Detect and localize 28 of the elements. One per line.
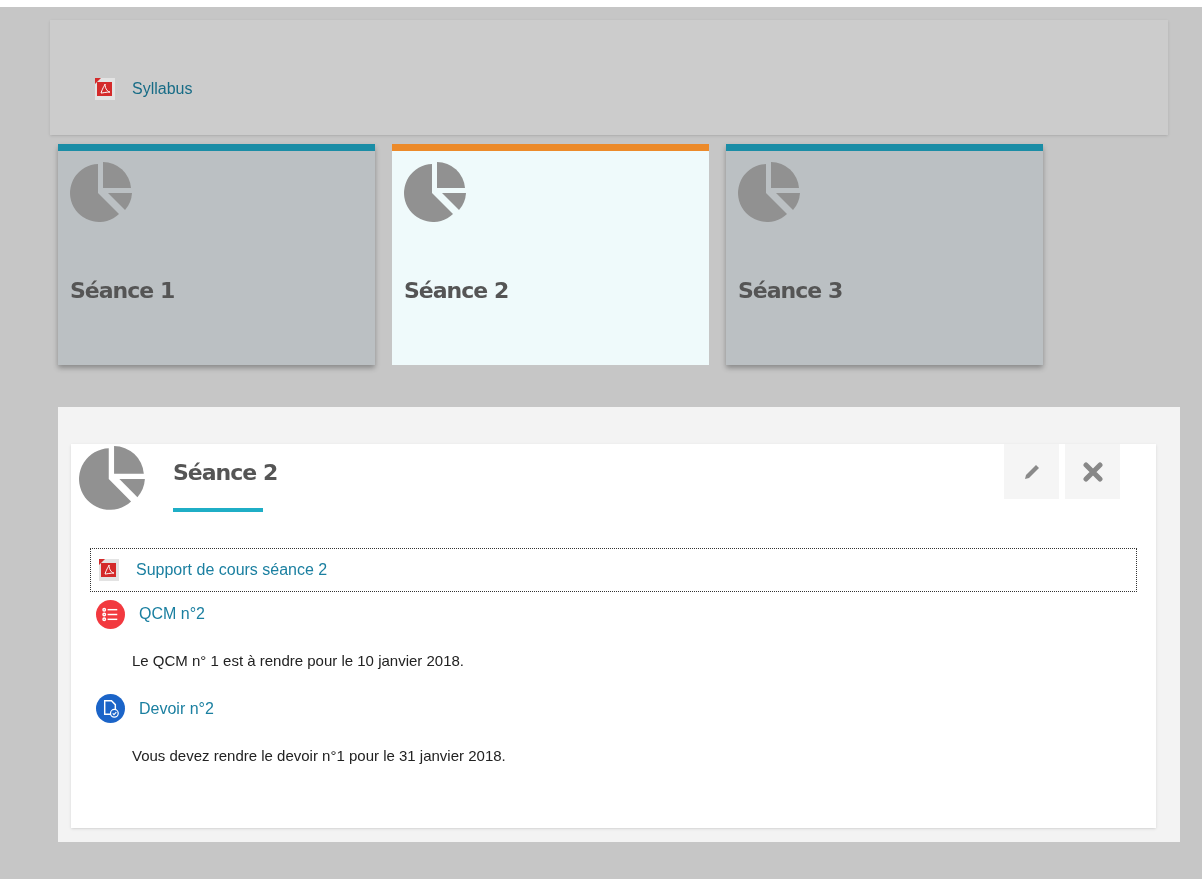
detail-title: Séance 2 <box>173 459 278 487</box>
activity-row[interactable]: Devoir n°2 <box>90 686 1137 731</box>
activity-link[interactable]: Support de cours séance 2 <box>136 558 328 582</box>
session-title: Séance 1 <box>70 277 175 305</box>
activity-link[interactable]: QCM n°2 <box>139 602 205 626</box>
session-card[interactable]: Séance 1 <box>58 144 375 365</box>
activity-link[interactable]: Devoir n°2 <box>139 696 214 721</box>
pie-chart-icon <box>404 160 468 224</box>
pdf-file-icon <box>96 557 122 583</box>
activity-row[interactable]: Support de cours séance 2 <box>90 548 1137 592</box>
pie-chart-icon <box>79 444 147 512</box>
pie-chart-icon <box>738 160 802 224</box>
document-check-icon <box>96 694 125 723</box>
session-title: Séance 3 <box>738 277 843 305</box>
activity-row[interactable]: QCM n°2 <box>90 592 1137 636</box>
session-card[interactable]: Séance 3 <box>726 144 1043 365</box>
pdf-file-icon <box>92 75 118 102</box>
syllabus-link[interactable]: Syllabus <box>132 76 193 101</box>
activity-description: Vous devez rendre le devoir n°1 pour le 31 janvier 2018. <box>132 745 506 766</box>
list-icon <box>96 599 125 629</box>
edit-button[interactable] <box>1004 444 1059 499</box>
session-card[interactable]: Séance 2 <box>392 144 709 365</box>
close-button[interactable] <box>1065 444 1120 499</box>
pie-chart-icon <box>70 160 134 224</box>
pencil-icon <box>1022 462 1041 481</box>
session-title: Séance 2 <box>404 277 509 305</box>
activity-description: Le QCM n° 1 est à rendre pour le 10 janvier 2018. <box>132 651 465 671</box>
close-icon <box>1082 461 1103 482</box>
